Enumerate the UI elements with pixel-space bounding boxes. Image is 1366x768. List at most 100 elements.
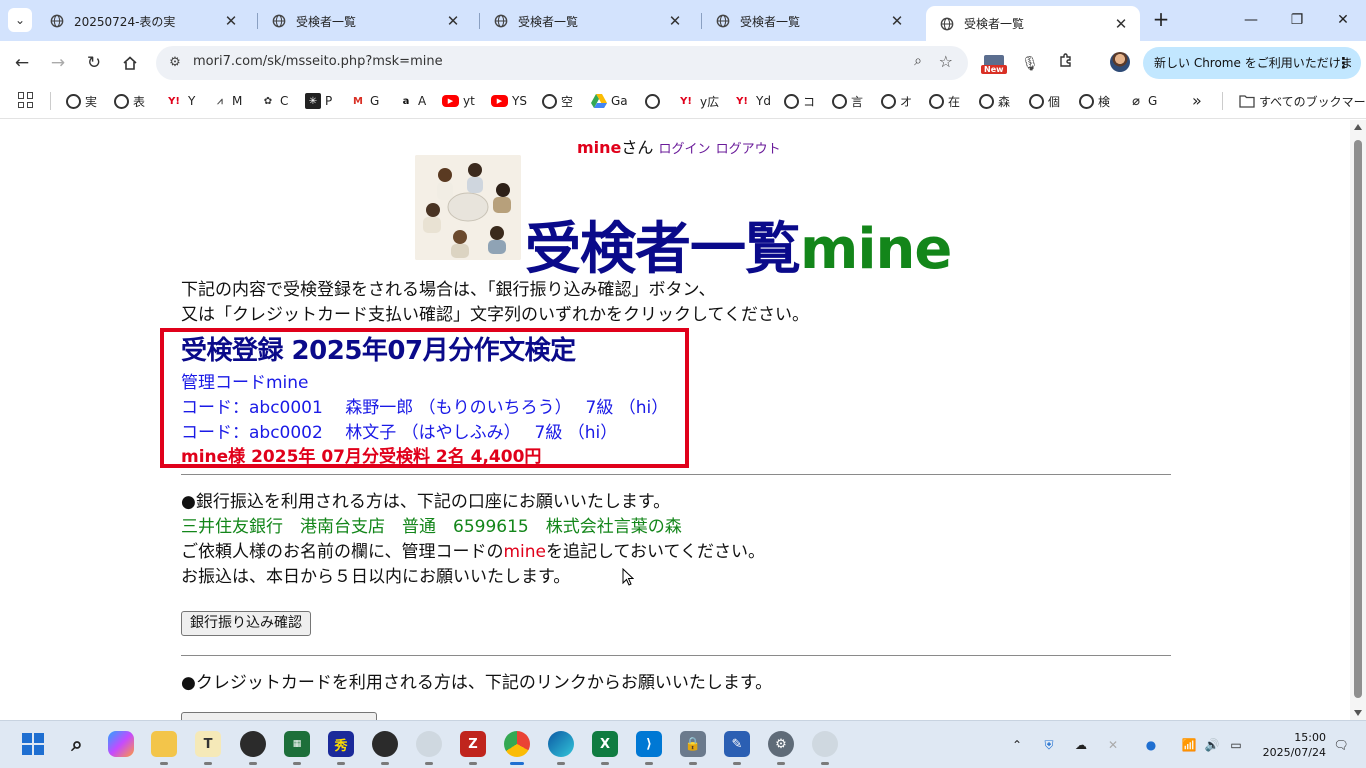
chrome-icon[interactable] (504, 731, 530, 765)
notepad-icon[interactable]: T (195, 731, 221, 765)
more-menu-icon[interactable]: ⋮ (1336, 47, 1351, 79)
tab-3[interactable]: 受検者一覧 ✕ (480, 6, 694, 36)
bookmark-item[interactable]: ✿ C (260, 92, 289, 110)
wifi-icon[interactable]: 📶 (1180, 736, 1198, 754)
bookmark-item[interactable]: ⩘ M (212, 92, 242, 110)
shield-icon[interactable]: ⛨ (1040, 736, 1058, 754)
bookmark-item[interactable]: 言 (832, 92, 863, 110)
edge-icon[interactable] (548, 731, 574, 765)
close-icon[interactable]: ✕ (1112, 15, 1130, 33)
home-button[interactable] (118, 51, 142, 75)
logout-link[interactable]: ログアウト (716, 142, 781, 157)
bookmark-item[interactable]: Y! Yd (732, 92, 771, 110)
page-scrollbar[interactable] (1350, 120, 1366, 720)
extensions-icon[interactable] (1055, 52, 1077, 74)
terminal-app-icon[interactable]: ▦ (284, 731, 310, 765)
chevron-up-icon[interactable]: ⌃ (1008, 736, 1026, 754)
bookmark-item[interactable]: 個 (1029, 92, 1060, 110)
bookmark-item[interactable]: ✳ P (305, 92, 332, 110)
apps-grid-icon[interactable] (18, 92, 34, 108)
filezilla-icon[interactable]: Z (460, 731, 486, 765)
close-icon[interactable]: ✕ (222, 12, 240, 30)
bookmarks-overflow-button[interactable]: » (1192, 91, 1202, 110)
all-bookmarks-button[interactable]: すべてのブックマーク (1222, 92, 1366, 110)
notification-icon[interactable]: 🗨 (1332, 736, 1350, 754)
forward-button[interactable]: → (46, 51, 70, 75)
restore-button[interactable]: ❐ (1287, 10, 1307, 30)
scroll-up-icon[interactable] (1354, 124, 1362, 130)
onedrive-icon[interactable]: ● (1142, 736, 1160, 754)
bookmark-item[interactable]: MG (350, 92, 379, 110)
bookmark-item[interactable]: 在 (929, 92, 960, 110)
minimize-button[interactable]: — (1241, 10, 1261, 30)
settings-icon[interactable]: ⚙ (768, 731, 794, 765)
reload-button[interactable]: ↻ (82, 51, 106, 75)
globe-icon (929, 93, 944, 109)
battery-icon[interactable]: ▭ (1227, 736, 1245, 754)
bookmark-item[interactable]: ⌀ G (1128, 92, 1157, 110)
start-button[interactable] (20, 731, 46, 757)
tab-strip: ⌄ 20250724-表の実 ✕ 受検者一覧 ✕ 受検者一覧 ✕ 受検者一覧 ✕… (0, 0, 1366, 41)
scroll-down-icon[interactable] (1354, 710, 1362, 716)
site-info-icon[interactable]: ⚙ (166, 54, 184, 72)
new-feature-badge[interactable]: New (981, 55, 1007, 77)
bookmark-item[interactable]: 表 (114, 92, 145, 110)
vscode-icon[interactable]: ⟩ (636, 731, 662, 765)
tab-5-active[interactable]: 受検者一覧 ✕ (926, 6, 1140, 41)
bookmark-item[interactable]: 空 (542, 92, 573, 110)
game-app-icon[interactable]: 秀 (328, 731, 354, 765)
chrome-update-button[interactable]: 新しい Chrome をご利用いただけます ⋮ (1143, 47, 1361, 102)
close-icon[interactable]: ✕ (666, 12, 684, 30)
bookmark-item[interactable] (645, 92, 664, 110)
yahoo-icon: Y! (680, 95, 692, 107)
scrollbar-thumb[interactable] (1354, 140, 1362, 698)
tab-4[interactable]: 受検者一覧 ✕ (702, 6, 916, 36)
back-button[interactable]: ← (10, 51, 34, 75)
copilot-icon[interactable] (108, 731, 134, 757)
close-icon[interactable]: ✕ (888, 12, 906, 30)
login-link[interactable]: ログイン (659, 142, 711, 157)
volume-icon[interactable]: 🔊 (1203, 736, 1221, 754)
url-text[interactable]: mori7.com/sk/msseito.php?msk=mine (193, 54, 443, 69)
cross-icon[interactable]: ✕ (1104, 736, 1122, 754)
clock[interactable]: 15:00 2025/07/24 (1256, 730, 1326, 760)
bookmark-item[interactable]: 検 (1079, 92, 1110, 110)
camera-app-icon[interactable] (240, 731, 266, 765)
bookmark-item[interactable]: コ (784, 92, 815, 110)
arrow-left-icon: ← (14, 53, 30, 73)
tab-1[interactable]: 20250724-表の実 ✕ (36, 6, 250, 36)
bookmark-item[interactable]: Y! y広 (676, 92, 719, 110)
profile-avatar[interactable] (1110, 52, 1130, 72)
bookmark-item[interactable]: ▶ YS (491, 92, 527, 110)
globe-icon (272, 14, 286, 28)
address-bar[interactable]: ⚙ mori7.com/sk/msseito.php?msk=mine ⌕ ☆ (156, 46, 968, 80)
bookmark-item[interactable]: オ (881, 92, 912, 110)
camera-app-icon[interactable] (372, 731, 398, 765)
new-tab-button[interactable]: + (1150, 9, 1172, 31)
file-explorer-icon[interactable] (151, 731, 177, 765)
close-icon[interactable]: ✕ (444, 12, 462, 30)
zoom-icon[interactable]: ⌕ (914, 53, 922, 69)
bookmark-item[interactable]: 森 (979, 92, 1010, 110)
bookmark-item[interactable]: Ga (590, 92, 628, 110)
bank-deadline: お振込は、本日から５日以内にお願いいたします。 (181, 567, 571, 587)
tab-2[interactable]: 受検者一覧 ✕ (258, 6, 472, 36)
bookmark-star-icon[interactable]: ☆ (939, 52, 953, 71)
excel-icon[interactable]: X (592, 731, 618, 765)
credit-card-confirm-button[interactable] (181, 712, 377, 720)
tab-search-button[interactable]: ⌄ (8, 8, 32, 32)
search-icon[interactable]: ⌕ (64, 731, 90, 757)
globe-icon (114, 93, 129, 109)
bank-transfer-confirm-button[interactable]: 銀行振り込み確認 (181, 611, 311, 636)
bookmark-item[interactable]: ▶ yt (442, 92, 475, 110)
webcam-icon[interactable] (416, 731, 442, 765)
bookmark-item[interactable]: Y! Y (164, 92, 195, 110)
lock-app-icon[interactable]: 🔒 (680, 731, 706, 765)
drawing-app-icon[interactable]: ✎ (724, 731, 750, 765)
window-close-button[interactable]: ✕ (1333, 10, 1353, 30)
microphone-icon[interactable]: 🎙 (1019, 53, 1041, 75)
cloud-off-icon[interactable]: ☁ (1072, 736, 1090, 754)
bookmark-item[interactable]: aA (398, 92, 427, 110)
webcam-icon[interactable] (812, 731, 838, 765)
bookmark-item[interactable]: 実 (66, 92, 97, 110)
